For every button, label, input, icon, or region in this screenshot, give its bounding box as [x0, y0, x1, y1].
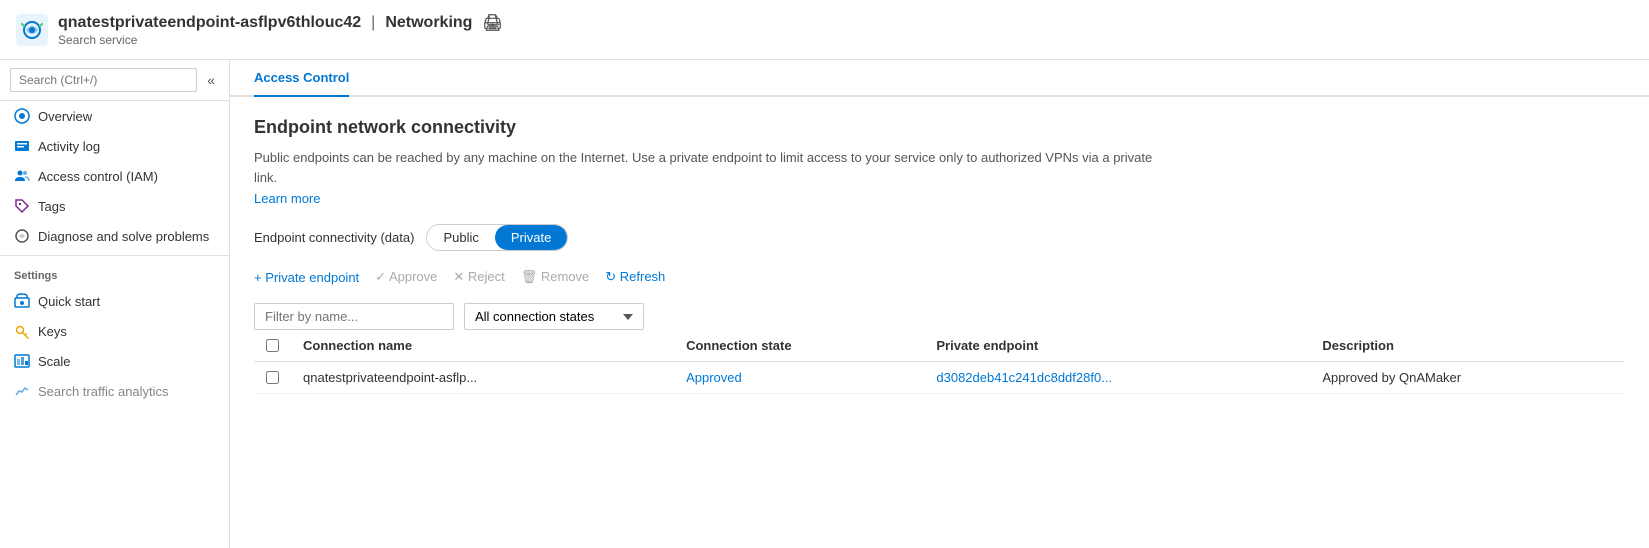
connections-table: Connection name Connection state Private… — [254, 330, 1625, 394]
tags-icon — [14, 198, 30, 214]
row-checkbox-cell — [254, 362, 291, 394]
row-description: Approved by QnAMaker — [1310, 362, 1625, 394]
private-endpoint-link[interactable]: d3082deb41c241dc8ddf28f0... — [936, 370, 1112, 385]
overview-label: Overview — [38, 109, 92, 124]
diagnose-icon — [14, 228, 30, 244]
col-connection-name: Connection name — [291, 330, 674, 362]
sidebar-item-activity-log[interactable]: Activity log — [0, 131, 229, 161]
row-connection-state: Approved — [674, 362, 924, 394]
sidebar-item-quick-start[interactable]: Quick start — [0, 286, 229, 316]
connectivity-label: Endpoint connectivity (data) — [254, 230, 414, 245]
search-traffic-label: Search traffic analytics — [38, 384, 169, 399]
scale-icon — [14, 353, 30, 369]
refresh-button[interactable]: ↻ Refresh — [605, 265, 665, 289]
search-box-container: « — [0, 60, 229, 101]
tags-label: Tags — [38, 199, 65, 214]
col-checkbox — [254, 330, 291, 362]
activity-log-label: Activity log — [38, 139, 100, 154]
settings-section-label: Settings — [0, 255, 229, 286]
table-header-row: Connection name Connection state Private… — [254, 330, 1625, 362]
row-connection-name: qnatestprivateendpoint-asflp... — [291, 362, 674, 394]
print-icon[interactable]: 🖨 — [482, 13, 502, 33]
top-bar: qnatestprivateendpoint-asflpv6thlouc42 |… — [0, 0, 1649, 60]
row-private-endpoint: d3082deb41c241dc8ddf28f0... — [924, 362, 1310, 394]
page-section-title: Networking — [385, 14, 472, 32]
col-description: Description — [1310, 330, 1625, 362]
resource-name: qnatestprivateendpoint-asflpv6thlouc42 — [58, 14, 361, 32]
sidebar-item-diagnose[interactable]: Diagnose and solve problems — [0, 221, 229, 251]
col-connection-state: Connection state — [674, 330, 924, 362]
table-row: qnatestprivateendpoint-asflp... Approved… — [254, 362, 1625, 394]
filter-row: All connection states Approved Pending R… — [254, 303, 1625, 330]
toolbar: + Private endpoint ✓ Approve ✕ Reject 🗑 … — [254, 265, 1625, 289]
resource-icon — [16, 14, 48, 46]
scale-label: Scale — [38, 354, 71, 369]
learn-more-link[interactable]: Learn more — [254, 191, 320, 206]
content-body: Endpoint network connectivity Public end… — [230, 97, 1649, 414]
quick-start-label: Quick start — [38, 294, 100, 309]
tab-access-control[interactable]: Access Control — [254, 60, 349, 97]
sidebar-item-access-control[interactable]: Access control (IAM) — [0, 161, 229, 191]
main-content: Access Control Endpoint network connecti… — [230, 60, 1649, 548]
sidebar-item-search-traffic[interactable]: Search traffic analytics — [0, 376, 229, 406]
approve-button[interactable]: ✓ Approve — [375, 265, 437, 289]
sidebar-item-keys[interactable]: Keys — [0, 316, 229, 346]
row-checkbox[interactable] — [266, 371, 279, 384]
section-title: Endpoint network connectivity — [254, 117, 1625, 138]
page-title: qnatestprivateendpoint-asflpv6thlouc42 |… — [58, 13, 503, 33]
access-control-label: Access control (IAM) — [38, 169, 158, 184]
col-private-endpoint: Private endpoint — [924, 330, 1310, 362]
toggle-private[interactable]: Private — [495, 225, 567, 250]
tab-bar: Access Control — [230, 60, 1649, 97]
sidebar: « Overview Activity log Access control (… — [0, 60, 230, 548]
add-private-endpoint-button[interactable]: + Private endpoint — [254, 266, 359, 289]
sidebar-item-overview[interactable]: Overview — [0, 101, 229, 131]
overview-icon — [14, 108, 30, 124]
resource-subtitle: Search service — [58, 33, 503, 47]
collapse-button[interactable]: « — [203, 70, 219, 90]
main-layout: « Overview Activity log Access control (… — [0, 60, 1649, 548]
activity-log-icon — [14, 138, 30, 154]
access-control-icon — [14, 168, 30, 184]
quick-start-icon — [14, 293, 30, 309]
reject-button[interactable]: ✕ Reject — [453, 265, 504, 289]
connectivity-toggle: Public Private — [426, 224, 568, 251]
toggle-public[interactable]: Public — [427, 225, 494, 250]
sidebar-item-scale[interactable]: Scale — [0, 346, 229, 376]
title-group: qnatestprivateendpoint-asflpv6thlouc42 |… — [58, 13, 503, 47]
diagnose-label: Diagnose and solve problems — [38, 229, 209, 244]
connection-state-value: Approved — [686, 370, 742, 385]
search-input[interactable] — [10, 68, 197, 92]
connectivity-row: Endpoint connectivity (data) Public Priv… — [254, 224, 1625, 251]
filter-input[interactable] — [254, 303, 454, 330]
keys-icon — [14, 323, 30, 339]
sidebar-item-tags[interactable]: Tags — [0, 191, 229, 221]
remove-button[interactable]: 🗑 Remove — [521, 265, 590, 289]
connection-state-filter[interactable]: All connection states Approved Pending R… — [464, 303, 644, 330]
keys-label: Keys — [38, 324, 67, 339]
select-all-checkbox[interactable] — [266, 339, 279, 352]
search-traffic-icon — [14, 383, 30, 399]
section-description: Public endpoints can be reached by any m… — [254, 148, 1154, 187]
